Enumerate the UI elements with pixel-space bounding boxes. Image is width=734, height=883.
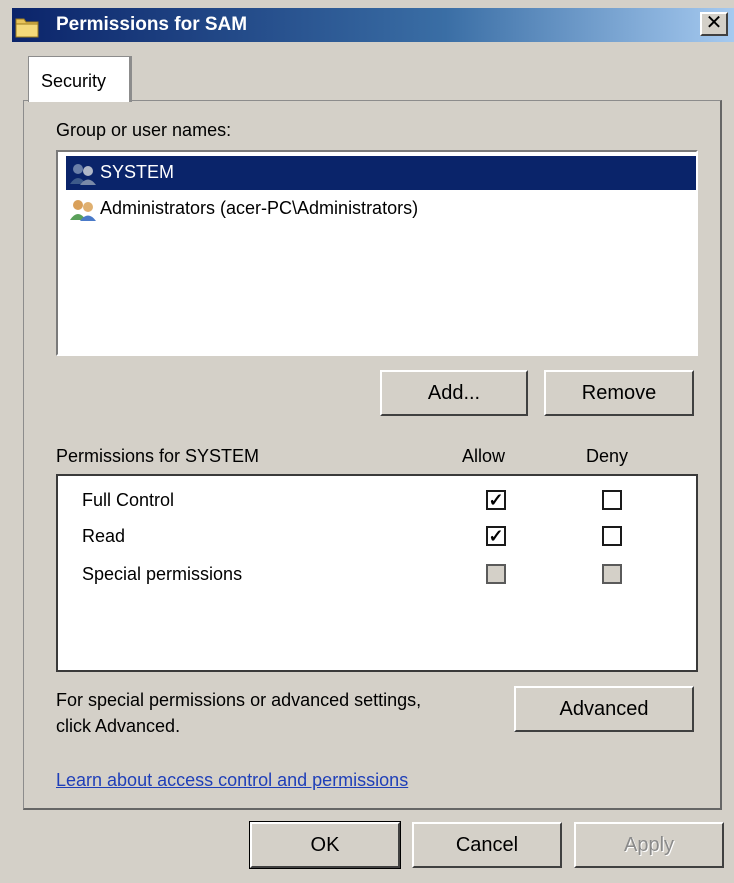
add-button[interactable]: Add... bbox=[380, 370, 528, 416]
list-item[interactable]: SYSTEM bbox=[66, 156, 696, 190]
users-icon bbox=[70, 200, 96, 221]
close-button[interactable]: ✕ bbox=[700, 12, 728, 36]
deny-header: Deny bbox=[586, 446, 629, 466]
advanced-hint-line1: For special permissions or advanced sett… bbox=[56, 690, 422, 710]
user-name: SYSTEM bbox=[100, 162, 175, 182]
advanced-button[interactable]: Advanced bbox=[514, 686, 694, 732]
allow-checkbox[interactable]: ✓ bbox=[486, 490, 506, 510]
cancel-button[interactable]: Cancel bbox=[412, 822, 562, 868]
permission-name: Full Control bbox=[82, 490, 175, 510]
apply-button: Apply bbox=[574, 822, 724, 868]
group-label: Group or user names: bbox=[56, 120, 232, 140]
allow-checkbox bbox=[486, 564, 506, 584]
ok-button[interactable]: OK bbox=[249, 821, 401, 869]
permissions-list: Full Control ✓ Read ✓ Special permission… bbox=[56, 474, 698, 672]
tab-security[interactable]: Security bbox=[28, 56, 132, 102]
users-icon bbox=[70, 164, 96, 185]
allow-checkbox[interactable]: ✓ bbox=[486, 526, 506, 546]
allow-header: Allow bbox=[462, 446, 506, 466]
permission-name: Special permissions bbox=[82, 564, 243, 584]
deny-checkbox[interactable] bbox=[602, 490, 622, 510]
list-item[interactable]: Administrators (acer-PC\Administrators) bbox=[66, 192, 696, 226]
deny-checkbox bbox=[602, 564, 622, 584]
learn-more-link[interactable]: Learn about access control and permissio… bbox=[56, 770, 408, 791]
user-list[interactable]: SYSTEM Administrators (acer-PC\Administr… bbox=[56, 150, 698, 356]
folder-icon bbox=[15, 18, 39, 38]
permission-name: Read bbox=[82, 526, 126, 546]
deny-checkbox[interactable] bbox=[602, 526, 622, 546]
user-name: Administrators (acer-PC\Administrators) bbox=[100, 198, 419, 218]
tab-label: Security bbox=[41, 71, 107, 91]
remove-button[interactable]: Remove bbox=[544, 370, 694, 416]
permissions-dialog: Permissions for SAM ✕ Security Group or … bbox=[0, 0, 734, 883]
window-title: Permissions for SAM bbox=[56, 14, 248, 35]
advanced-hint-line2: click Advanced. bbox=[56, 716, 181, 736]
permissions-header: Permissions for SYSTEM bbox=[56, 446, 260, 466]
